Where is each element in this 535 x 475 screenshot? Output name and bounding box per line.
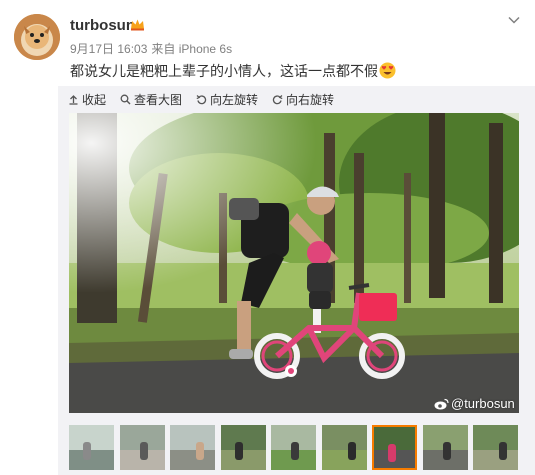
post-text-content: 都说女儿是粑粑上辈子的小情人，这话一点都不假: [70, 63, 378, 79]
weibo-logo-icon: [434, 398, 449, 409]
view-large-button[interactable]: 查看大图: [120, 91, 182, 108]
weibo-post: turbosun 9月17日 16:03 来自 iPhone 6s 都说女儿是粑粑…: [0, 0, 535, 475]
chevron-down-icon[interactable]: [507, 13, 521, 27]
thumb-figure: [235, 442, 243, 460]
thumb-path[interactable]: [423, 425, 468, 470]
thumb-figure: [388, 444, 396, 462]
watermark-text: @turbosun: [451, 396, 515, 411]
thumb-ground: [473, 449, 518, 470]
dog-avatar-image: [14, 14, 60, 60]
post-text: 都说女儿是粑粑上辈子的小情人，这话一点都不假: [70, 62, 396, 80]
thumb-ground: [170, 449, 215, 470]
username[interactable]: turbosun: [70, 17, 135, 34]
photo-watermark: @turbosun: [434, 396, 515, 411]
thumb-background: [69, 425, 114, 450]
collapse-label: 收起: [82, 92, 107, 107]
thumb-background: [221, 425, 266, 450]
rotate-left-icon: [196, 94, 207, 104]
thumb-background: [322, 425, 367, 450]
rotate-left-label: 向左旋转: [210, 92, 259, 107]
thumb-window[interactable]: [69, 425, 114, 470]
post-source: 来自 iPhone 6s: [151, 42, 233, 56]
avatar[interactable]: [14, 14, 60, 60]
thumb-figure: [348, 442, 356, 460]
collapse-icon: [69, 94, 78, 105]
main-photo[interactable]: [69, 113, 519, 413]
park-bike-photo: [69, 113, 519, 413]
collapse-button[interactable]: 收起: [68, 91, 106, 108]
rotate-left-button[interactable]: 向左旋转: [196, 91, 258, 108]
heart-eyes-emoji-icon: [379, 62, 396, 79]
thumb-ground: [69, 449, 114, 470]
thumb-background: [170, 425, 215, 450]
rotate-right-button[interactable]: 向右旋转: [272, 91, 334, 108]
thumb-figure: [443, 442, 451, 460]
thumb-forest[interactable]: [473, 425, 518, 470]
thumb-background: [473, 425, 518, 450]
thumb-figure: [83, 442, 91, 460]
search-icon: [120, 94, 131, 104]
thumb-ground: [221, 449, 266, 470]
post-meta: 9月17日 16:03 来自 iPhone 6s: [70, 40, 236, 57]
thumb-room[interactable]: [170, 425, 215, 470]
post-date[interactable]: 9月17日 16:03: [70, 42, 147, 56]
thumb-park[interactable]: [221, 425, 266, 470]
view-large-label: 查看大图: [134, 92, 183, 107]
thumb-figure: [291, 442, 299, 460]
vip-crown-icon[interactable]: [130, 18, 145, 31]
rotate-right-icon: [272, 94, 283, 104]
thumb-figure: [499, 442, 507, 460]
thumb-ground: [322, 449, 367, 470]
thumb-trees[interactable]: [322, 425, 367, 470]
thumb-table[interactable]: [120, 425, 165, 470]
thumb-figure: [140, 442, 148, 460]
thumb-figure: [196, 442, 204, 460]
rotate-right-label: 向右旋转: [286, 92, 335, 107]
thumb-bike[interactable]: [372, 425, 417, 470]
media-toolbar: 收起 查看大图 向左旋转 向右旋转: [68, 90, 348, 108]
thumb-field[interactable]: [271, 425, 316, 470]
